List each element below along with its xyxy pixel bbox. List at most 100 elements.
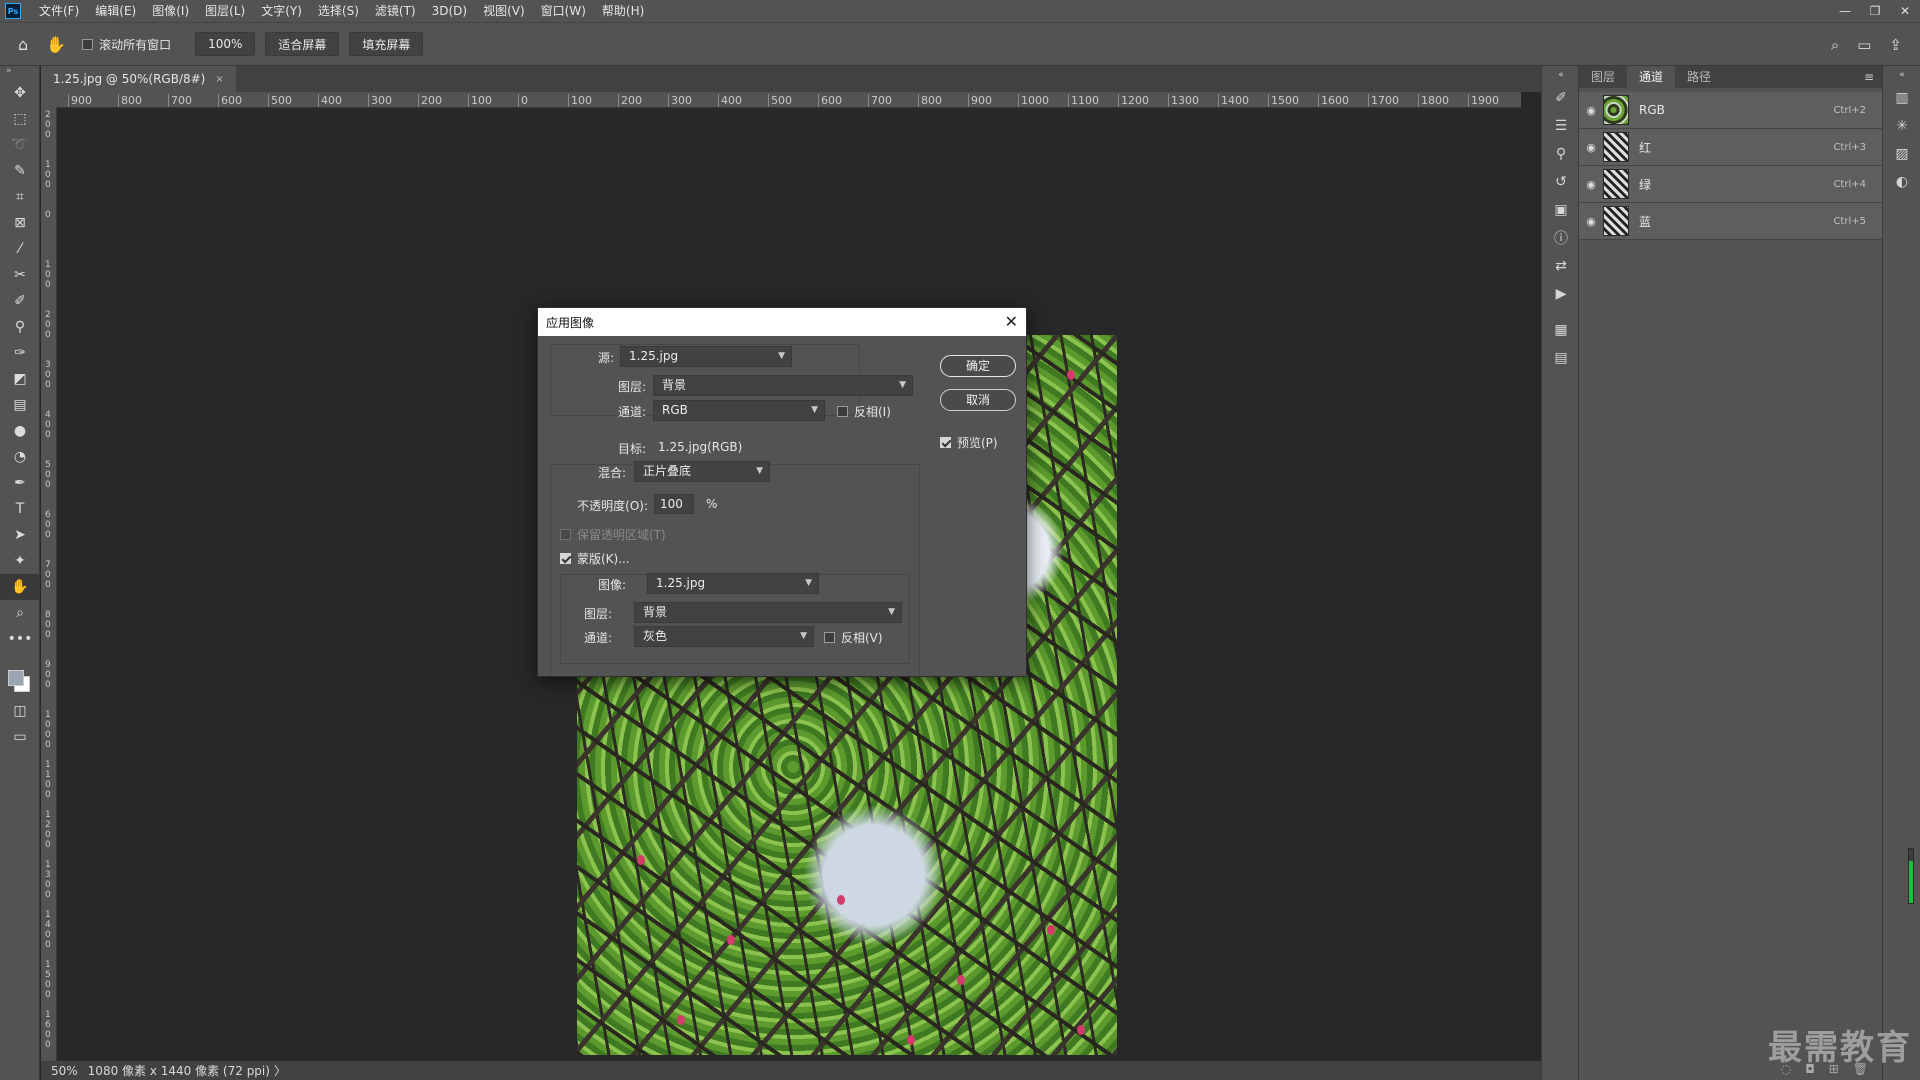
- pen-tool-icon[interactable]: ✒: [0, 470, 40, 496]
- eye-icon[interactable]: ◉: [1579, 215, 1603, 228]
- eraser-tool-icon[interactable]: ◩: [0, 366, 40, 392]
- menu-filter[interactable]: 滤镜(T): [367, 0, 424, 22]
- invert-checkbox[interactable]: 反相(I): [837, 403, 891, 420]
- mask-layer-select[interactable]: 背景 ▼: [634, 602, 902, 623]
- clone-source-icon[interactable]: ⚲: [1542, 140, 1580, 168]
- properties-icon[interactable]: ▣: [1542, 196, 1580, 224]
- type-tool-icon[interactable]: T: [0, 496, 40, 522]
- zoom-tool-icon[interactable]: ⌕: [0, 600, 40, 626]
- brush-settings-icon[interactable]: ✐: [1542, 84, 1580, 112]
- channel-row-red[interactable]: ◉ 红 Ctrl+3: [1579, 129, 1882, 166]
- fit-screen-button[interactable]: 适合屏幕: [265, 32, 340, 56]
- navigator-icon[interactable]: ✳: [1883, 112, 1920, 140]
- info-icon[interactable]: ⓘ: [1542, 224, 1580, 252]
- quick-select-tool-icon[interactable]: ✎: [0, 158, 40, 184]
- workspace-icon[interactable]: ▭: [1857, 36, 1871, 54]
- menu-view[interactable]: 视图(V): [475, 0, 533, 22]
- swatches-icon[interactable]: ▨: [1883, 140, 1920, 168]
- shape-tool-icon[interactable]: ✦: [0, 548, 40, 574]
- menu-window[interactable]: 窗口(W): [533, 0, 594, 22]
- opacity-input[interactable]: 100: [654, 494, 694, 514]
- gradient-tool-icon[interactable]: ▤: [0, 392, 40, 418]
- dialog-close-icon[interactable]: ✕: [1005, 312, 1018, 331]
- mask-invert-checkbox[interactable]: 反相(V): [824, 629, 883, 646]
- menu-edit[interactable]: 编辑(E): [87, 0, 144, 22]
- tab-channels[interactable]: 通道: [1627, 66, 1676, 88]
- menu-help[interactable]: 帮助(H): [594, 0, 652, 22]
- tab-layers[interactable]: 图层: [1579, 66, 1627, 88]
- frame-tool-icon[interactable]: ⊠: [0, 210, 40, 236]
- histogram-icon[interactable]: ▥: [1883, 84, 1920, 112]
- mask-invert-box[interactable]: [824, 632, 835, 643]
- crop-tool-icon[interactable]: ⌗: [0, 184, 40, 210]
- blend-select[interactable]: 正片叠底 ▼: [634, 461, 770, 482]
- cancel-button[interactable]: 取消: [940, 389, 1016, 411]
- layer-select[interactable]: 背景 ▼: [653, 375, 913, 396]
- color-swatches[interactable]: [0, 652, 40, 698]
- path-select-tool-icon[interactable]: ➤: [0, 522, 40, 548]
- foreground-color-swatch[interactable]: [8, 670, 24, 686]
- eyedropper-tool-icon[interactable]: ⁄: [0, 236, 40, 262]
- channel-select[interactable]: RGB ▼: [653, 400, 825, 421]
- zoom-level[interactable]: 50%: [51, 1064, 78, 1078]
- invert-box[interactable]: [837, 406, 848, 417]
- preserve-transparency-checkbox[interactable]: 保留透明区域(T): [560, 526, 666, 543]
- scroll-all-windows-checkbox[interactable]: 滚动所有窗口: [82, 36, 171, 53]
- restore-button[interactable]: ❐: [1860, 0, 1890, 22]
- collapse-icon[interactable]: »: [0, 66, 39, 80]
- tab-paths[interactable]: 路径: [1675, 66, 1723, 88]
- menu-image[interactable]: 图像(I): [144, 0, 197, 22]
- minimize-button[interactable]: —: [1830, 0, 1860, 22]
- notes-icon[interactable]: ▤: [1542, 344, 1580, 372]
- preserve-transparency-box[interactable]: [560, 529, 571, 540]
- healing-tool-icon[interactable]: ✂: [0, 262, 40, 288]
- menu-select[interactable]: 选择(S): [310, 0, 367, 22]
- more-tools-icon[interactable]: •••: [0, 626, 40, 652]
- stamp-tool-icon[interactable]: ⚲: [0, 314, 40, 340]
- menu-layer[interactable]: 图层(L): [197, 0, 253, 22]
- eye-icon[interactable]: ◉: [1579, 104, 1603, 117]
- dodge-tool-icon[interactable]: ◔: [0, 444, 40, 470]
- document-tab[interactable]: 1.25.jpg @ 50%(RGB/8#) ×: [41, 66, 236, 92]
- scroll-all-windows-box[interactable]: [82, 38, 94, 50]
- styles-icon[interactable]: ⇄: [1542, 252, 1580, 280]
- quick-mask-icon[interactable]: ◫: [0, 698, 40, 724]
- channel-row-blue[interactable]: ◉ 蓝 Ctrl+5: [1579, 203, 1882, 240]
- home-icon[interactable]: ⌂: [18, 35, 28, 54]
- eye-icon[interactable]: ◉: [1579, 178, 1603, 191]
- eye-icon[interactable]: ◉: [1579, 141, 1603, 154]
- mask-box[interactable]: [560, 553, 571, 564]
- fill-screen-button[interactable]: 填充屏幕: [349, 32, 424, 56]
- close-window-button[interactable]: ✕: [1890, 0, 1920, 22]
- move-tool-icon[interactable]: ✥: [0, 80, 40, 106]
- preview-checkbox[interactable]: 预览(P): [940, 434, 998, 451]
- search-icon[interactable]: ⌕: [1831, 36, 1839, 54]
- history-icon[interactable]: ↺: [1542, 168, 1580, 196]
- hand-tool-icon[interactable]: ✋: [0, 574, 40, 600]
- status-arrow-icon[interactable]: 〉: [274, 1062, 286, 1079]
- collapse-icon[interactable]: «: [1542, 66, 1580, 84]
- source-select[interactable]: 1.25.jpg ▼: [620, 346, 792, 367]
- history-brush-tool-icon[interactable]: ✑: [0, 340, 40, 366]
- marquee-tool-icon[interactable]: ⬚: [0, 106, 40, 132]
- menu-type[interactable]: 文字(Y): [253, 0, 310, 22]
- lasso-tool-icon[interactable]: ➰: [0, 132, 40, 158]
- panel-scroll-indicator[interactable]: [1908, 848, 1914, 904]
- close-tab-icon[interactable]: ×: [215, 74, 223, 85]
- zoom-100-button[interactable]: 100%: [195, 32, 256, 56]
- channel-row-rgb[interactable]: ◉ RGB Ctrl+2: [1579, 92, 1882, 129]
- blur-tool-icon[interactable]: ●: [0, 418, 40, 444]
- collapse-icon[interactable]: «: [1883, 66, 1920, 84]
- mask-image-select[interactable]: 1.25.jpg ▼: [647, 573, 819, 594]
- share-icon[interactable]: ⇪: [1889, 36, 1902, 54]
- channel-row-green[interactable]: ◉ 绿 Ctrl+4: [1579, 166, 1882, 203]
- actions-play-icon[interactable]: ▶: [1542, 280, 1580, 308]
- ok-button[interactable]: 确定: [940, 355, 1016, 377]
- menu-file[interactable]: 文件(F): [31, 0, 87, 22]
- brush-tool-icon[interactable]: ✐: [0, 288, 40, 314]
- preview-box[interactable]: [940, 437, 951, 448]
- mask-checkbox[interactable]: 蒙版(K)...: [560, 550, 630, 567]
- color-icon[interactable]: ◐: [1883, 168, 1920, 196]
- mask-channel-select[interactable]: 灰色 ▼: [634, 626, 814, 647]
- menu-3d[interactable]: 3D(D): [424, 0, 475, 22]
